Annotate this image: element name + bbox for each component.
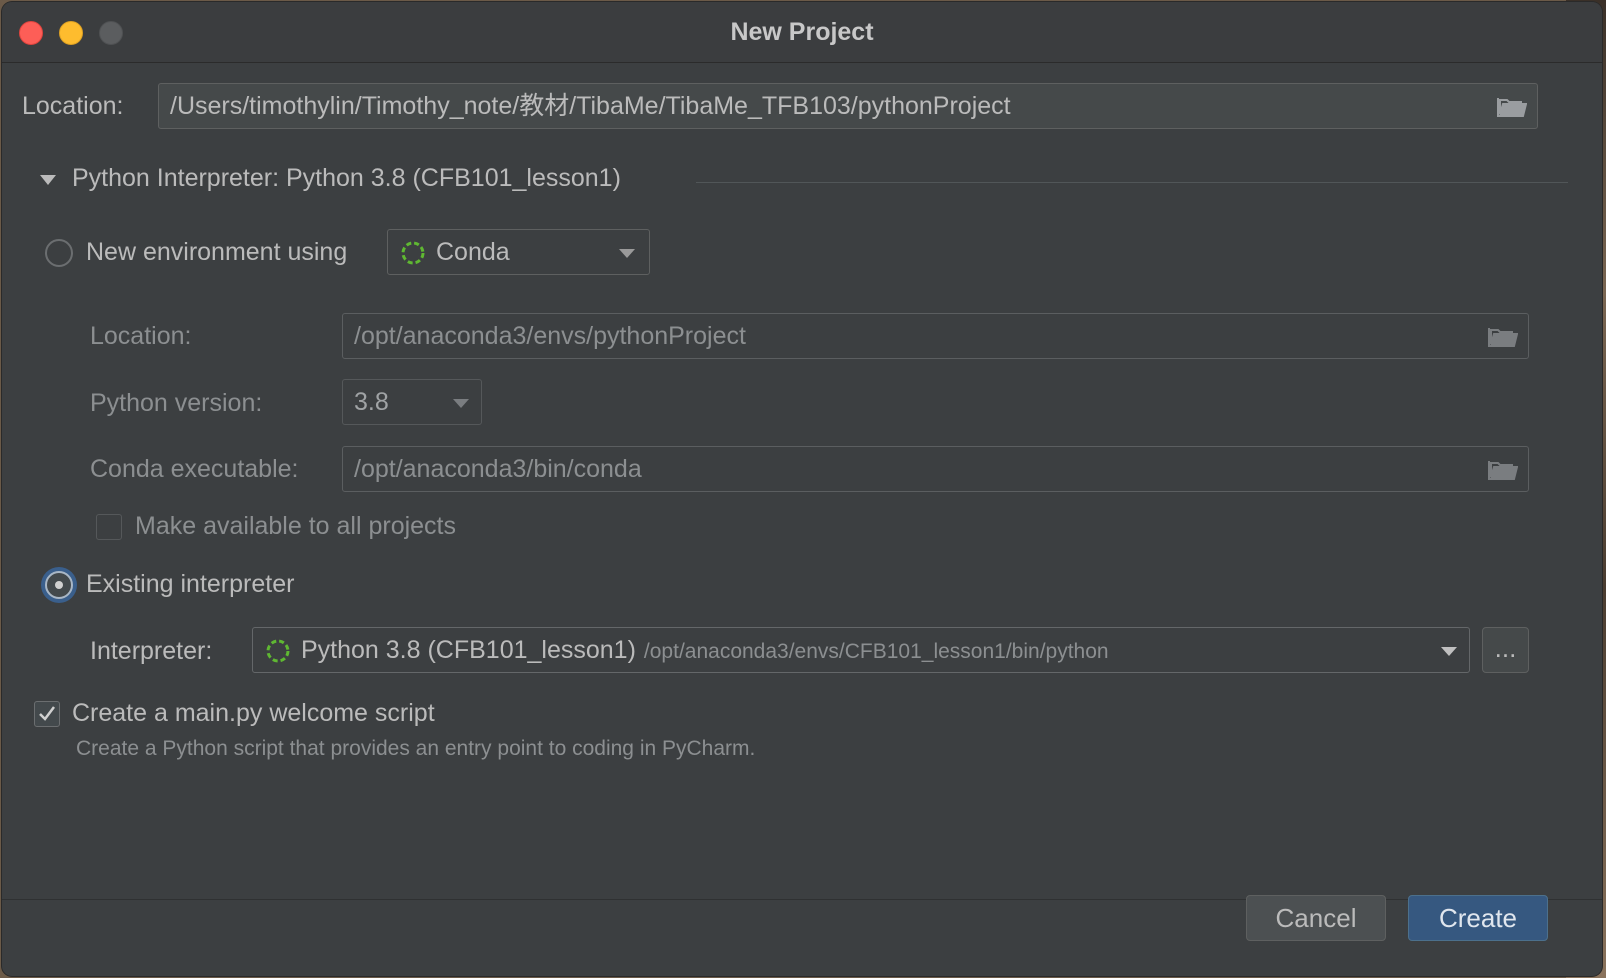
chevron-down-icon: [453, 399, 469, 408]
existing-interpreter-label: Existing interpreter: [86, 570, 295, 598]
interpreter-label: Interpreter:: [90, 637, 213, 665]
interpreter-path: /opt/anaconda3/envs/CFB101_lesson1/bin/p…: [643, 640, 1109, 663]
conda-spinner-icon: [401, 241, 425, 265]
make-available-checkbox: [96, 514, 122, 540]
interpreter-section-header[interactable]: Python Interpreter: Python 3.8 (CFB101_l…: [72, 164, 621, 193]
new-environment-label: New environment using: [86, 238, 348, 266]
checkmark-icon: [39, 706, 55, 721]
environment-tool-dropdown[interactable]: Conda: [387, 229, 650, 275]
new-environment-radio[interactable]: [45, 239, 73, 267]
python-version-label: Python version:: [90, 389, 263, 417]
welcome-script-description: Create a Python script that provides an …: [76, 737, 756, 760]
folder-icon: [1488, 461, 1518, 480]
conda-executable-value: /opt/anaconda3/bin/conda: [354, 455, 642, 483]
welcome-script-checkbox[interactable]: [34, 701, 60, 727]
interpreter-name: Python 3.8 (CFB101_lesson1): [301, 636, 636, 664]
project-location-value: /Users/timothylin/Timothy_note/教材/TibaMe…: [170, 92, 1011, 120]
window-title: New Project: [730, 18, 874, 46]
env-location-label: Location:: [90, 322, 192, 350]
conda-executable-label: Conda executable:: [90, 455, 299, 483]
create-button[interactable]: Create: [1408, 895, 1548, 941]
python-version-value: 3.8: [354, 388, 389, 416]
conda-spinner-icon: [266, 639, 290, 663]
title-bar: New Project: [2, 2, 1602, 63]
env-location-value: /opt/anaconda3/envs/pythonProject: [354, 322, 746, 350]
chevron-down-icon: [1441, 647, 1457, 656]
project-location-label: Location:: [22, 92, 124, 120]
python-version-dropdown: 3.8: [342, 379, 482, 425]
collapse-triangle-icon[interactable]: [38, 172, 58, 188]
new-project-dialog: New Project Location: /Users/timothylin/…: [2, 2, 1602, 976]
more-interpreters-button[interactable]: ...: [1482, 627, 1529, 673]
project-location-field[interactable]: /Users/timothylin/Timothy_note/教材/TibaMe…: [158, 83, 1538, 129]
folder-icon[interactable]: [1497, 95, 1527, 117]
welcome-script-label: Create a main.py welcome script: [72, 699, 435, 727]
env-location-field: /opt/anaconda3/envs/pythonProject: [342, 313, 1529, 359]
environment-tool-value: Conda: [436, 238, 510, 266]
interpreter-dropdown[interactable]: Python 3.8 (CFB101_lesson1) /opt/anaconda…: [252, 627, 1470, 673]
conda-executable-field: /opt/anaconda3/bin/conda: [342, 446, 1529, 492]
existing-interpreter-radio[interactable]: [45, 571, 73, 599]
make-available-label: Make available to all projects: [135, 512, 456, 540]
chevron-down-icon: [619, 249, 635, 258]
cancel-button[interactable]: Cancel: [1246, 895, 1386, 941]
folder-icon: [1488, 328, 1518, 347]
section-divider: [696, 182, 1568, 183]
